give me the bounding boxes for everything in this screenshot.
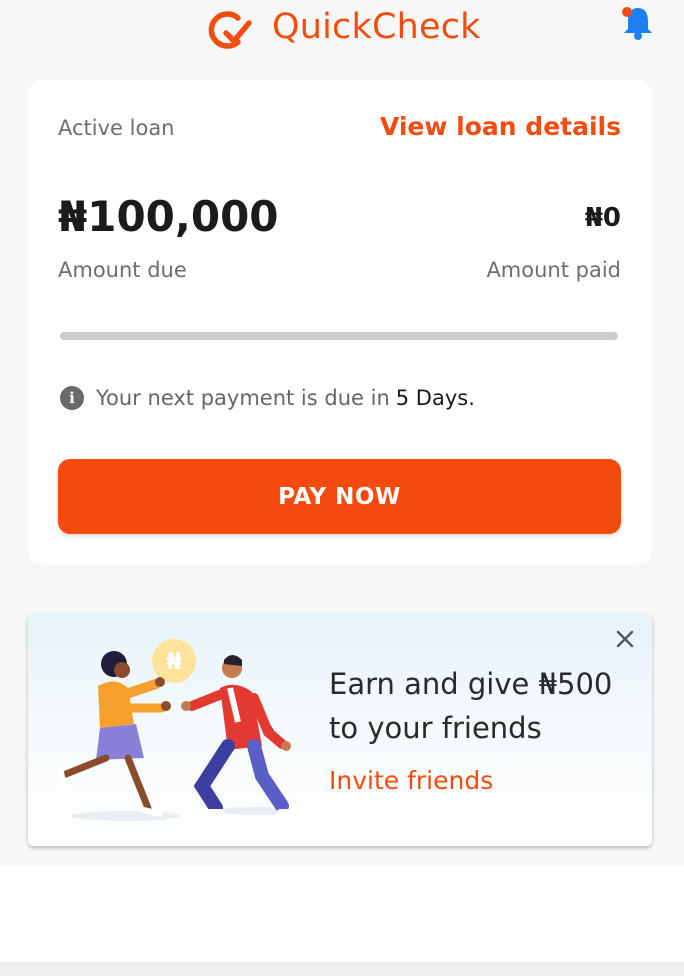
coin-symbol: ₦: [166, 650, 181, 675]
view-loan-details-link[interactable]: View loan details: [380, 112, 621, 141]
amount-paid-value: ₦0: [584, 203, 621, 233]
app-header: QuickCheck: [0, 0, 684, 60]
referral-title: Earn and give ₦500 to your friends: [329, 662, 629, 750]
referral-banner: ₦ Earn and give ₦500 to your friends Inv…: [28, 614, 652, 846]
amount-due-value: ₦100,000: [58, 192, 279, 241]
amount-due-label: Amount due: [58, 258, 187, 282]
active-loan-card: Active loan View loan details ₦100,000 ₦…: [28, 80, 652, 565]
active-loan-label: Active loan: [58, 116, 175, 140]
friends-illustration: ₦: [57, 639, 296, 821]
close-icon[interactable]: [612, 626, 638, 652]
info-icon: i: [60, 386, 84, 410]
brand-name: QuickCheck: [272, 7, 481, 47]
next-payment-text: Your next payment is due in: [96, 386, 390, 410]
pay-now-button[interactable]: PAY NOW: [58, 459, 621, 534]
referral-title-line2: to your friends: [329, 711, 542, 745]
bell-icon[interactable]: [620, 2, 656, 42]
bottom-edge: [0, 962, 684, 976]
next-payment-days: 5 Days.: [395, 386, 475, 410]
invite-friends-link[interactable]: Invite friends: [329, 766, 493, 795]
referral-title-line1: Earn and give ₦500: [329, 667, 613, 701]
repayment-progress-bar: [60, 332, 618, 340]
amount-paid-label: Amount paid: [486, 258, 621, 282]
next-payment-info: i Your next payment is due in 5 Days.: [60, 382, 475, 414]
quickcheck-logo-icon: [208, 11, 252, 49]
